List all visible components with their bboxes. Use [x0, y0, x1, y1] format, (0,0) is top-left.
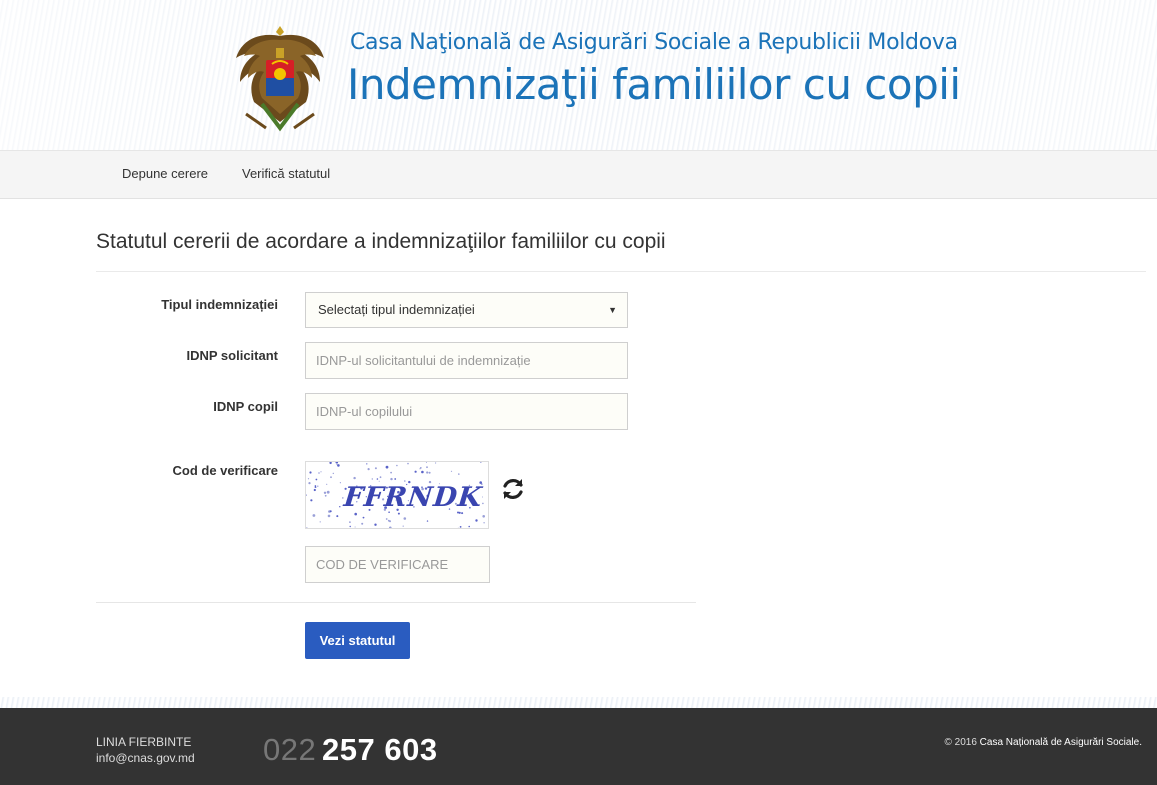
copyright: © 2016 Casa Naționalǎ de Asigurări Socia…: [944, 737, 1142, 748]
captcha-input[interactable]: [305, 546, 490, 583]
hotline-label: LINIA FIERBINTE: [96, 735, 192, 749]
header-title: Indemnizaţii familiilor cu copii: [347, 60, 961, 109]
idnp-applicant-label: IDNP solicitant: [186, 348, 278, 363]
captcha-text: FFRNDK: [342, 482, 484, 513]
phone-number: 257 603: [322, 732, 438, 767]
site-footer: LINIA FIERBINTE info@cnas.gov.md 022 257…: [0, 708, 1157, 785]
footer-contact: LINIA FIERBINTE info@cnas.gov.md: [96, 734, 195, 766]
idnp-applicant-input[interactable]: [305, 342, 628, 379]
copyright-org: Casa Naționalǎ de Asigurări Sociale.: [979, 737, 1142, 748]
idnp-child-label: IDNP copil: [213, 399, 278, 414]
type-label: Tipul indemnizației: [161, 297, 278, 312]
type-select[interactable]: Selectați tipul indemnizației ▼: [305, 292, 628, 328]
captcha-image: FFRNDK: [305, 461, 489, 529]
header-subtitle: Casa Naţională de Asigurări Sociale a Re…: [350, 30, 958, 55]
title-divider: [96, 271, 1146, 272]
top-nav: Depune cerere Verifică statutul: [0, 150, 1157, 199]
nav-item-depune-cerere[interactable]: Depune cerere: [122, 166, 208, 181]
idnp-child-input[interactable]: [305, 393, 628, 430]
phone-prefix: 022: [263, 732, 317, 767]
form-divider: [96, 602, 696, 603]
page-title: Statutul cererii de acordare a indemniza…: [96, 230, 666, 253]
coat-of-arms-logo: [236, 26, 324, 132]
caret-down-icon: ▼: [608, 305, 617, 315]
site-header: Casa Naţională de Asigurări Sociale a Re…: [0, 0, 1157, 150]
footer-email[interactable]: info@cnas.gov.md: [96, 750, 195, 766]
view-status-button[interactable]: Vezi statutul: [305, 622, 410, 659]
nav-item-verifica-statutul[interactable]: Verifică statutul: [242, 166, 330, 181]
type-select-value: Selectați tipul indemnizației: [318, 302, 475, 317]
refresh-icon[interactable]: [500, 476, 526, 502]
copyright-year: © 2016: [944, 737, 977, 748]
captcha-label: Cod de verificare: [172, 463, 279, 478]
